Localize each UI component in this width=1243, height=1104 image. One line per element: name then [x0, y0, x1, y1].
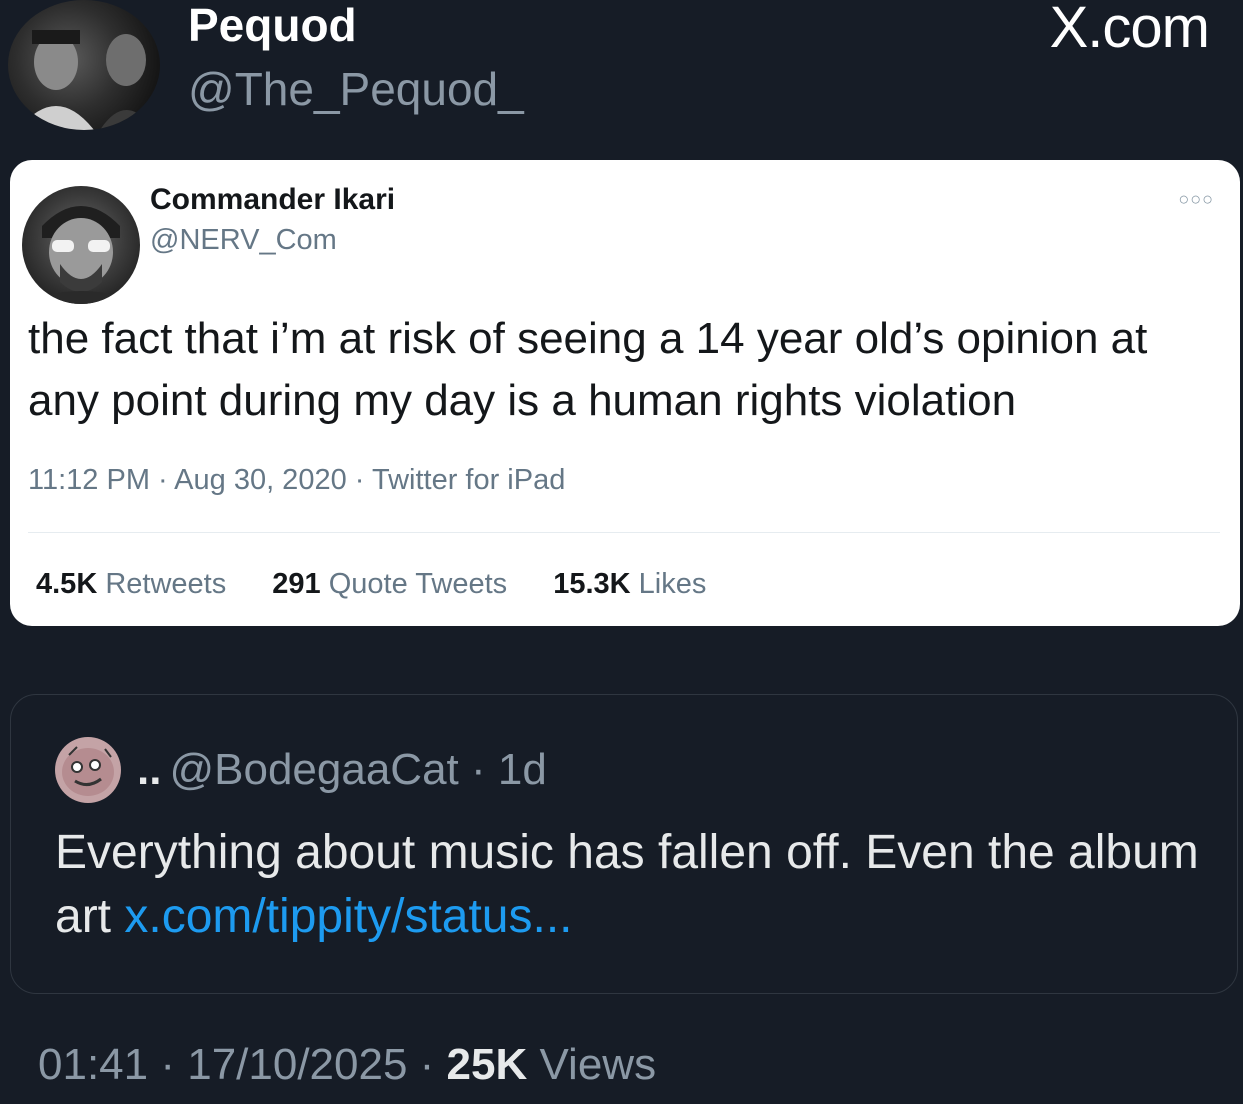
- embedded-tweet-author-handle: @NERV_Com: [150, 224, 337, 256]
- embedded-tweet-client: Twitter for iPad: [371, 464, 566, 496]
- views-count: 25K: [446, 1040, 528, 1089]
- quoted-tweet-avatar[interactable]: [55, 737, 121, 803]
- quoted-tweet-link[interactable]: x.com/tippity/status...: [124, 890, 572, 943]
- meta-separator: ·: [346, 464, 372, 496]
- author-handle[interactable]: @The_Pequod_: [188, 62, 524, 116]
- quoted-tweet-age[interactable]: 1d: [498, 745, 547, 794]
- meta-separator: ·: [149, 464, 175, 496]
- embedded-tweet-text: the fact that i’m at risk of seeing a 14…: [28, 314, 1148, 425]
- quoted-tweet-text: Everything about music has fallen off. E…: [55, 821, 1215, 949]
- quoted-tweet-header: .. @BodegaaCat · 1d: [137, 743, 547, 797]
- embedded-tweet-avatar: [22, 186, 140, 304]
- embedded-tweet-image[interactable]: Commander Ikari @NERV_Com ○○○ the fact t…: [10, 160, 1240, 626]
- divider: [28, 532, 1220, 533]
- quoted-tweet-handle[interactable]: @BodegaaCat: [169, 745, 458, 794]
- meta-separator: ·: [458, 745, 498, 794]
- views-label: Views: [539, 1040, 657, 1089]
- quote-tweets-stat: 291 Quote Tweets: [272, 568, 507, 600]
- post-metadata: 01:41 · 17/10/2025 · 25K Views: [38, 1036, 656, 1094]
- post-time[interactable]: 01:41: [38, 1040, 148, 1089]
- meta-separator: ·: [148, 1040, 188, 1089]
- likes-label: Likes: [638, 568, 707, 600]
- likes-count: 15.3K: [553, 568, 631, 600]
- embedded-tweet-date: Aug 30, 2020: [174, 464, 347, 496]
- quoted-tweet-author-name[interactable]: ..: [137, 745, 161, 794]
- retweets-label: Retweets: [105, 568, 227, 600]
- embedded-tweet-author-name: Commander Ikari: [150, 183, 396, 216]
- embedded-tweet-time: 11:12 PM: [28, 464, 150, 496]
- retweets-stat: 4.5K Retweets: [36, 568, 226, 600]
- quote-tweets-label: Quote Tweets: [328, 568, 508, 600]
- likes-stat: 15.3K Likes: [553, 568, 706, 600]
- quote-tweets-count: 291: [272, 568, 321, 600]
- author-name[interactable]: Pequod: [188, 0, 357, 50]
- post-date[interactable]: 17/10/2025: [187, 1040, 407, 1089]
- embedded-tweet-metadata: 11:12 PM · Aug 30, 2020 · Twitter for iP…: [28, 462, 565, 498]
- embedded-tweet-stats: 4.5K Retweets 291 Quote Tweets 15.3K Lik…: [36, 566, 744, 602]
- quoted-tweet[interactable]: .. @BodegaaCat · 1d Everything about musi…: [10, 694, 1238, 994]
- retweets-count: 4.5K: [36, 568, 98, 600]
- site-logo: X.com: [1049, 0, 1210, 60]
- meta-separator: ·: [407, 1040, 447, 1089]
- more-options-icon: ○○○: [1178, 189, 1214, 209]
- profile-avatar[interactable]: [8, 0, 160, 130]
